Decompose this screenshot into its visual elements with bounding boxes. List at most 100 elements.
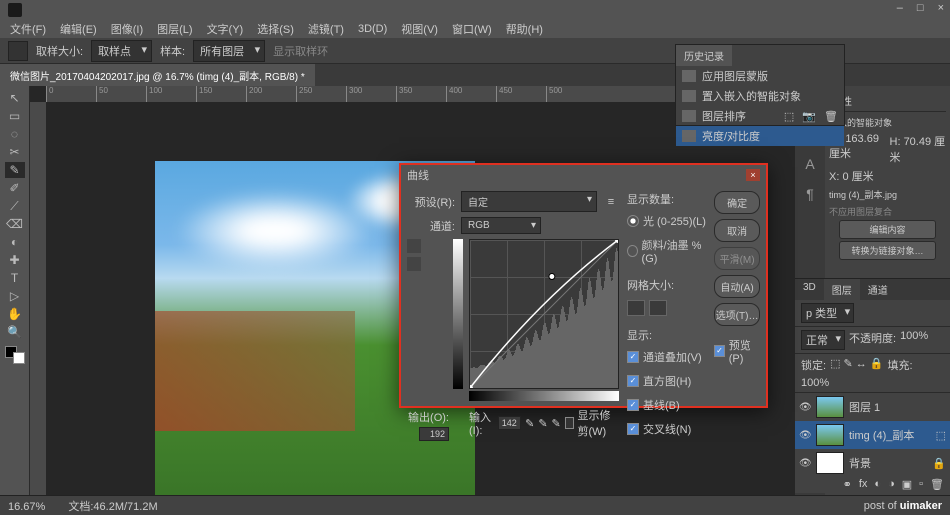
ok-button[interactable]: 确定 [714, 191, 760, 214]
curve-pencil-tool-icon[interactable] [407, 257, 421, 271]
move-tool[interactable]: ↖ [5, 90, 25, 106]
preview-checkbox[interactable]: 预览(P) [714, 337, 760, 365]
layer-name[interactable]: 背景 [849, 455, 871, 471]
smooth-button[interactable]: 平滑(M) [714, 247, 760, 270]
maximize-button[interactable]: □ [917, 2, 924, 14]
cancel-button[interactable]: 取消 [714, 219, 760, 242]
layer-item[interactable]: 👁 timg (4)_副本 ⬚ [795, 421, 950, 449]
history-item[interactable]: 应用图层蒙版 [676, 66, 844, 86]
layer-name[interactable]: timg (4)_副本 [849, 427, 914, 443]
input-field[interactable]: 142 [498, 416, 521, 430]
curve-graph[interactable] [469, 239, 619, 389]
prop-note: 不应用图层复合 [829, 205, 946, 218]
adjustment-icon[interactable]: ◑ [888, 478, 895, 491]
text-tool[interactable]: T [5, 270, 25, 286]
menu-type[interactable]: 文字(Y) [201, 19, 250, 39]
layer-item[interactable]: 👁 背景 🔒 [795, 449, 950, 477]
channel-select[interactable]: RGB [461, 217, 541, 234]
menu-view[interactable]: 视图(V) [395, 19, 444, 39]
menu-help[interactable]: 帮助(H) [500, 19, 549, 39]
folder-icon[interactable]: ▣ [902, 478, 912, 491]
baseline-checkbox[interactable]: 基线(B) [627, 397, 706, 413]
eraser-tool[interactable]: ⌫ [5, 216, 25, 232]
light-radio[interactable]: 光 (0-255)(L) [627, 213, 706, 229]
convert-link-button[interactable]: 转换为链接对象… [839, 241, 936, 260]
layer-filter-select[interactable]: p 类型 [801, 303, 854, 323]
zoom-tool[interactable]: 🔍 [5, 324, 25, 340]
paragraph-panel-icon[interactable]: ¶ [806, 186, 814, 202]
menu-image[interactable]: 图像(I) [105, 19, 149, 39]
grid-size-label: 网格大小: [627, 277, 706, 293]
opacity-value[interactable]: 100% [900, 330, 928, 350]
options-button[interactable]: 选项(T)… [714, 303, 760, 326]
ink-radio[interactable]: 颜料/油墨 %(G) [627, 237, 706, 265]
history-tab[interactable]: 历史记录 [676, 45, 732, 66]
visibility-icon[interactable]: 👁 [799, 430, 811, 441]
show-clipping-checkbox[interactable]: 显示修剪(W) [565, 407, 619, 439]
show-ring-checkbox[interactable]: 显示取样环 [273, 43, 328, 59]
edit-contents-button[interactable]: 编辑内容 [839, 220, 936, 239]
menu-file[interactable]: 文件(F) [4, 19, 52, 39]
marquee-tool[interactable]: ▭ [5, 108, 25, 124]
color-swatch[interactable] [5, 346, 25, 364]
intersection-checkbox[interactable]: 交叉线(N) [627, 421, 706, 437]
layer-name[interactable]: 图层 1 [849, 399, 880, 415]
histogram-checkbox[interactable]: 直方图(H) [627, 373, 706, 389]
document-tab[interactable]: 微信图片_20170404202017.jpg @ 16.7% (timg (4… [0, 64, 315, 87]
preset-select[interactable]: 自定 [461, 191, 597, 212]
lasso-tool[interactable]: ◌ [5, 126, 25, 142]
dialog-close-button[interactable]: × [746, 169, 760, 181]
character-panel-icon[interactable]: A [805, 156, 814, 172]
sample-size-select[interactable]: 取样点 [91, 40, 152, 62]
tool-preset-icon[interactable] [8, 41, 28, 61]
curve-point-tool-icon[interactable] [407, 239, 421, 253]
eyedropper-black-icon[interactable]: ✎ [525, 417, 534, 430]
path-tool[interactable]: ▷ [5, 288, 25, 304]
menu-3d[interactable]: 3D(D) [352, 21, 393, 37]
eyedropper-white-icon[interactable]: ✎ [552, 417, 561, 430]
pen-tool[interactable]: ✚ [5, 252, 25, 268]
grid-large-icon[interactable] [649, 300, 667, 316]
visibility-icon[interactable]: 👁 [799, 402, 811, 413]
new-snapshot-icon[interactable]: 📷 [802, 110, 816, 123]
tab-3d[interactable]: 3D [795, 279, 824, 300]
link-icon[interactable]: ⚭ [843, 478, 852, 491]
menu-filter[interactable]: 滤镜(T) [302, 19, 350, 39]
visibility-icon[interactable]: 👁 [799, 458, 811, 469]
new-layer-icon[interactable]: ▫ [919, 478, 923, 491]
app-logo-icon [8, 3, 22, 17]
blend-mode-select[interactable]: 正常 [801, 330, 845, 350]
close-button[interactable]: × [938, 2, 944, 14]
layer-item[interactable]: 👁 图层 1 [795, 393, 950, 421]
fill-value[interactable]: 100% [801, 377, 829, 389]
channel-overlay-checkbox[interactable]: 通道叠加(V) [627, 349, 706, 365]
eyedropper-tool[interactable]: ✎ [5, 162, 25, 178]
grid-small-icon[interactable] [627, 300, 645, 316]
menu-window[interactable]: 窗口(W) [446, 19, 498, 39]
sample-select[interactable]: 所有图层 [193, 40, 265, 62]
auto-button[interactable]: 自动(A) [714, 275, 760, 298]
minimize-button[interactable]: – [897, 2, 903, 14]
crop-tool[interactable]: ✂ [5, 144, 25, 160]
tab-channels[interactable]: 通道 [860, 279, 896, 300]
zoom-level[interactable]: 16.67% [8, 501, 45, 513]
fx-icon[interactable]: fx [859, 478, 868, 491]
lock-icons[interactable]: ⬚ ✎ ↔ 🔒 [830, 357, 883, 373]
history-item[interactable]: 亮度/对比度 [676, 126, 844, 146]
trash-icon[interactable]: 🗑 [824, 110, 838, 123]
gradient-tool[interactable]: ◐ [5, 234, 25, 250]
menu-edit[interactable]: 编辑(E) [54, 19, 103, 39]
preset-menu-icon[interactable]: ≡ [603, 196, 619, 208]
eyedropper-gray-icon[interactable]: ✎ [538, 417, 547, 430]
hand-tool[interactable]: ✋ [5, 306, 25, 322]
history-item[interactable]: 置入嵌入的智能对象 [676, 86, 844, 106]
tab-layers[interactable]: 图层 [824, 279, 860, 300]
mask-icon[interactable]: ◐ [874, 478, 881, 491]
menu-layer[interactable]: 图层(L) [151, 19, 198, 39]
menu-select[interactable]: 选择(S) [251, 19, 300, 39]
snapshot-icon[interactable]: ⬚ [784, 110, 794, 123]
clone-tool[interactable]: ⟋ [5, 198, 25, 214]
brush-tool[interactable]: ✐ [5, 180, 25, 196]
trash-icon[interactable]: 🗑 [930, 478, 944, 491]
output-field[interactable]: 192 [419, 427, 449, 441]
